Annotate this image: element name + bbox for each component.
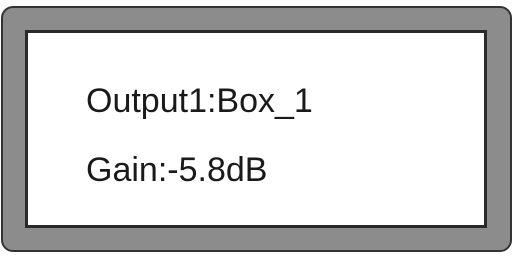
device-frame: Output1:Box_1 Gain:-5.8dB [1, 6, 512, 252]
gain-label: Gain:-5.8dB [86, 151, 268, 189]
output-label: Output1:Box_1 [86, 82, 313, 120]
lcd-screen: Output1:Box_1 Gain:-5.8dB [25, 30, 487, 228]
